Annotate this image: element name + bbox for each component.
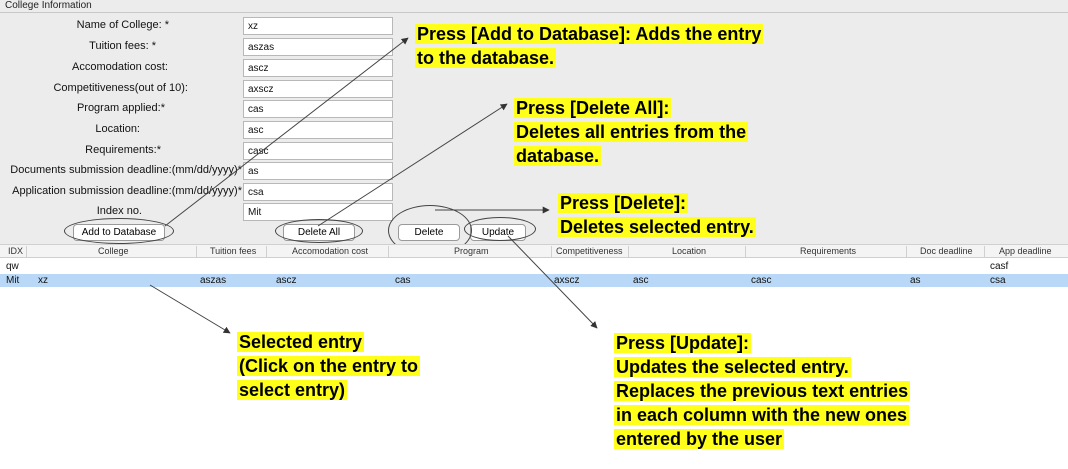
annotation-delete: Press [Delete]: Deletes selected entry.: [558, 191, 756, 239]
cell-college: xz: [38, 275, 48, 286]
annotation-delete-all-line: Deletes all entries from the: [514, 122, 749, 142]
column-header-doc-deadline[interactable]: Doc deadline: [920, 246, 973, 256]
annotation-update-line: Replaces the previous text entries: [614, 381, 911, 401]
column-header-accomodation-cost[interactable]: Accomodation cost: [292, 246, 368, 256]
panel-title: College Information: [5, 0, 92, 11]
cell-app-deadline: casf: [990, 261, 1009, 272]
requirements-input[interactable]: [243, 142, 393, 160]
application-deadline-input[interactable]: [243, 183, 393, 201]
annotation-selected-line: Selected entry: [237, 332, 365, 352]
label-accomodation-cost: Accomodation cost:: [72, 61, 168, 73]
column-header-college[interactable]: College: [98, 246, 129, 256]
documents-deadline-input[interactable]: [243, 162, 393, 180]
arrow-selected: [149, 284, 231, 334]
cell-doc-deadline: as: [910, 275, 921, 286]
label-application-deadline: Application submission deadline:(mm/dd/y…: [12, 185, 242, 197]
annotation-delete-all-line: database.: [514, 146, 602, 166]
annotation-delete-all-line: Press [Delete All]:: [514, 98, 672, 118]
column-divider: [266, 246, 267, 257]
delete-all-button[interactable]: Delete All: [283, 224, 355, 241]
update-button[interactable]: Update: [470, 224, 526, 241]
annotation-delete-all: Press [Delete All]: Deletes all entries …: [514, 96, 749, 168]
column-divider: [388, 246, 389, 257]
label-competitiveness: Competitiveness(out of 10):: [53, 82, 188, 94]
column-header-idx[interactable]: IDX: [8, 246, 23, 256]
column-divider: [26, 246, 27, 257]
table-row-selected[interactable]: Mit xz aszas ascz cas axscz asc casc as …: [0, 274, 1068, 287]
cell-competitiveness: axscz: [554, 275, 580, 286]
label-documents-deadline: Documents submission deadline:(mm/dd/yyy…: [10, 164, 242, 176]
panel-divider: [0, 12, 1068, 13]
delete-button[interactable]: Delete: [398, 224, 460, 241]
label-name-of-college: Name of College: *: [76, 19, 169, 31]
cell-requirements: casc: [751, 275, 772, 286]
annotation-selected-line: select entry): [237, 380, 348, 400]
table-row[interactable]: qw casf: [0, 260, 1068, 273]
column-header-tuition-fees[interactable]: Tuition fees: [210, 246, 256, 256]
name-of-college-input[interactable]: [243, 17, 393, 35]
cell-location: asc: [633, 275, 649, 286]
program-applied-input[interactable]: [243, 100, 393, 118]
cell-accom: ascz: [276, 275, 297, 286]
tuition-fees-input[interactable]: [243, 38, 393, 56]
label-location: Location:: [95, 123, 140, 135]
cell-app-deadline: csa: [990, 275, 1006, 286]
label-index-no: Index no.: [96, 205, 142, 217]
column-divider: [628, 246, 629, 257]
column-divider: [984, 246, 985, 257]
annotation-selected-line: (Click on the entry to: [237, 356, 421, 376]
annotation-update-line: in each column with the new ones: [614, 405, 910, 425]
cell-tuition: aszas: [200, 275, 227, 286]
add-to-database-button[interactable]: Add to Database: [73, 224, 165, 241]
annotation-update: Press [Update]: Updates the selected ent…: [614, 331, 911, 451]
annotation-update-line: entered by the user: [614, 429, 785, 449]
label-requirements: Requirements:*: [85, 144, 161, 156]
location-input[interactable]: [243, 121, 393, 139]
index-no-input[interactable]: [243, 203, 393, 221]
table-header: IDX College Tuition fees Accomodation co…: [0, 244, 1068, 258]
column-header-program[interactable]: Program: [454, 246, 489, 256]
annotation-update-line: Press [Update]:: [614, 333, 752, 353]
cell-idx: qw: [6, 261, 19, 272]
label-program-applied: Program applied:*: [76, 102, 165, 114]
annotation-add-line: to the database.: [415, 48, 557, 68]
column-divider: [906, 246, 907, 257]
column-divider: [551, 246, 552, 257]
column-header-requirements[interactable]: Requirements: [800, 246, 856, 256]
column-header-location[interactable]: Location: [672, 246, 706, 256]
annotation-selected: Selected entry (Click on the entry to se…: [237, 330, 421, 402]
column-header-competitiveness[interactable]: Competitiveness: [556, 246, 623, 256]
cell-idx: Mit: [6, 275, 20, 286]
label-tuition-fees: Tuition fees: *: [89, 40, 156, 52]
column-header-app-deadline[interactable]: App deadline: [999, 246, 1052, 256]
column-divider: [745, 246, 746, 257]
annotation-add: Press [Add to Database]: Adds the entry …: [415, 22, 764, 70]
annotation-update-line: Updates the selected entry.: [614, 357, 851, 377]
annotation-delete-line: Press [Delete]:: [558, 193, 689, 213]
annotation-add-line: Press [Add to Database]: Adds the entry: [415, 24, 764, 44]
cell-program: cas: [395, 275, 411, 286]
accomodation-cost-input[interactable]: [243, 59, 393, 77]
annotation-delete-line: Deletes selected entry.: [558, 217, 756, 237]
column-divider: [196, 246, 197, 257]
competitiveness-input[interactable]: [243, 80, 393, 98]
